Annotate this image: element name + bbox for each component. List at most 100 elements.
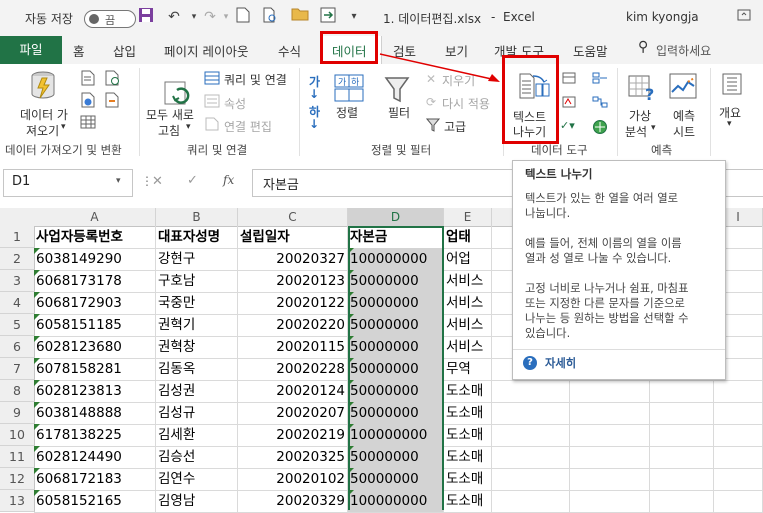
remove-duplicates-icon[interactable] xyxy=(562,96,576,111)
empty-cell[interactable] xyxy=(650,402,714,425)
table-cell[interactable]: 20020220 xyxy=(238,314,348,337)
tab-page-layout[interactable]: 페이지 레이아웃 xyxy=(164,41,248,60)
table-cell[interactable]: 국중만 xyxy=(156,292,238,315)
table-cell[interactable]: 50000000 xyxy=(348,446,444,469)
tab-home[interactable]: 홈 xyxy=(73,41,85,60)
empty-cell[interactable] xyxy=(714,468,763,491)
refresh-dropdown-icon[interactable]: ▾ xyxy=(186,122,191,132)
table-cell[interactable]: 20020327 xyxy=(238,248,348,271)
table-cell[interactable]: 50000000 xyxy=(348,358,444,381)
consolidate-icon[interactable] xyxy=(592,72,608,87)
table-cell[interactable]: 50000000 xyxy=(348,270,444,293)
advanced-label[interactable]: 고급 xyxy=(444,118,466,135)
table-cell[interactable]: 20020102 xyxy=(238,468,348,491)
table-cell[interactable]: 50000000 xyxy=(348,292,444,315)
existing-connections-icon[interactable] xyxy=(104,92,120,111)
row-header[interactable]: 5 xyxy=(0,314,35,336)
forecast-sheet-label-2[interactable]: 시트 xyxy=(673,123,695,140)
get-data-label-2[interactable]: 져오기 xyxy=(26,122,59,139)
empty-cell[interactable] xyxy=(714,424,763,447)
filter-label[interactable]: 필터 xyxy=(388,104,410,121)
table-cell[interactable]: 50000000 xyxy=(348,314,444,337)
search-icon[interactable]: ⚲ xyxy=(638,39,648,55)
column-header-b[interactable]: B xyxy=(156,208,238,227)
sort-descending-icon[interactable]: 하 ↓ xyxy=(309,106,320,130)
data-model-icon[interactable] xyxy=(592,119,608,138)
table-cell[interactable]: 서비스 xyxy=(444,314,492,337)
table-cell[interactable]: 김동옥 xyxy=(156,358,238,381)
cancel-icon[interactable]: ✕ xyxy=(152,174,163,189)
table-cell[interactable]: 20020219 xyxy=(238,424,348,447)
what-if-label-2[interactable]: 분석 xyxy=(625,123,647,140)
table-cell[interactable]: 6068172183 xyxy=(34,468,156,491)
table-cell[interactable]: 6038149290 xyxy=(34,248,156,271)
table-cell[interactable]: 50000000 xyxy=(348,468,444,491)
empty-cell[interactable] xyxy=(492,380,570,403)
empty-cell[interactable] xyxy=(714,446,763,469)
name-box-dropdown-icon[interactable]: ▾ xyxy=(116,176,121,186)
what-if-label-1[interactable]: 가상 xyxy=(629,107,651,124)
table-cell[interactable]: 김성권 xyxy=(156,380,238,403)
recent-sources-icon[interactable] xyxy=(104,70,120,89)
table-cell[interactable]: 6058151185 xyxy=(34,314,156,337)
refresh-all-label-2[interactable]: 고침 xyxy=(158,122,180,139)
table-cell[interactable]: 50000000 xyxy=(348,336,444,359)
row-header[interactable]: 6 xyxy=(0,336,35,358)
name-box[interactable]: D1 ▾ xyxy=(3,169,133,197)
header-cell[interactable]: 설립일자 xyxy=(238,226,348,249)
table-cell[interactable]: 권혁기 xyxy=(156,314,238,337)
empty-cell[interactable] xyxy=(492,446,570,469)
column-header-d[interactable]: D xyxy=(348,208,444,228)
empty-cell[interactable] xyxy=(570,468,650,491)
table-cell[interactable]: 구호남 xyxy=(156,270,238,293)
from-table-icon[interactable] xyxy=(80,114,96,133)
empty-cell[interactable] xyxy=(650,424,714,447)
empty-cell[interactable] xyxy=(570,446,650,469)
table-cell[interactable]: 6028123813 xyxy=(34,380,156,403)
flash-fill-icon[interactable] xyxy=(562,72,576,87)
empty-cell[interactable] xyxy=(570,380,650,403)
header-cell[interactable]: 자본금 xyxy=(348,226,444,249)
table-cell[interactable]: 6038148888 xyxy=(34,402,156,425)
empty-cell[interactable] xyxy=(570,402,650,425)
table-cell[interactable]: 20020325 xyxy=(238,446,348,469)
tell-me-search[interactable]: 입력하세요 xyxy=(656,42,711,59)
table-cell[interactable]: 6178138225 xyxy=(34,424,156,447)
header-cell[interactable]: 대표자성명 xyxy=(156,226,238,249)
row-header[interactable]: 8 xyxy=(0,380,35,402)
customize-qa-icon[interactable]: ▾ xyxy=(344,7,364,27)
sort-ascending-icon[interactable]: 가 ↓ xyxy=(309,76,320,100)
open-folder-icon[interactable] xyxy=(290,7,310,27)
header-cell[interactable]: 업태 xyxy=(444,226,492,249)
ribbon-display-options-icon[interactable] xyxy=(734,7,754,27)
table-cell[interactable]: 50000000 xyxy=(348,402,444,425)
table-cell[interactable]: 6068173178 xyxy=(34,270,156,293)
table-cell[interactable]: 서비스 xyxy=(444,270,492,293)
table-cell[interactable]: 20020115 xyxy=(238,336,348,359)
empty-cell[interactable] xyxy=(714,402,763,425)
table-cell[interactable]: 50000000 xyxy=(348,380,444,403)
table-cell[interactable]: 서비스 xyxy=(444,292,492,315)
table-cell[interactable]: 무역 xyxy=(444,358,492,381)
empty-cell[interactable] xyxy=(492,468,570,491)
table-cell[interactable]: 서비스 xyxy=(444,336,492,359)
from-text-csv-icon[interactable] xyxy=(80,70,96,89)
outline-dropdown-icon[interactable]: ▾ xyxy=(727,119,732,129)
save-icon[interactable] xyxy=(136,7,156,27)
table-cell[interactable]: 도소매 xyxy=(444,446,492,469)
column-header-a[interactable]: A xyxy=(34,208,156,227)
table-cell[interactable]: 김성규 xyxy=(156,402,238,425)
relationships-icon[interactable] xyxy=(592,96,608,111)
new-file-icon[interactable] xyxy=(233,7,253,27)
row-header[interactable]: 3 xyxy=(0,270,35,292)
from-web-icon[interactable] xyxy=(80,92,96,111)
table-cell[interactable]: 도소매 xyxy=(444,468,492,491)
what-if-analysis-icon[interactable]: ? xyxy=(627,72,657,105)
select-all-corner[interactable] xyxy=(0,208,35,227)
table-cell[interactable]: 20020228 xyxy=(238,358,348,381)
header-cell[interactable]: 사업자등록번호 xyxy=(34,226,156,249)
empty-cell[interactable] xyxy=(570,424,650,447)
refresh-all-label-1[interactable]: 모두 새로 xyxy=(146,106,194,123)
tab-formulas[interactable]: 수식 xyxy=(278,41,301,60)
autosave-toggle[interactable]: 끔 xyxy=(84,10,136,28)
